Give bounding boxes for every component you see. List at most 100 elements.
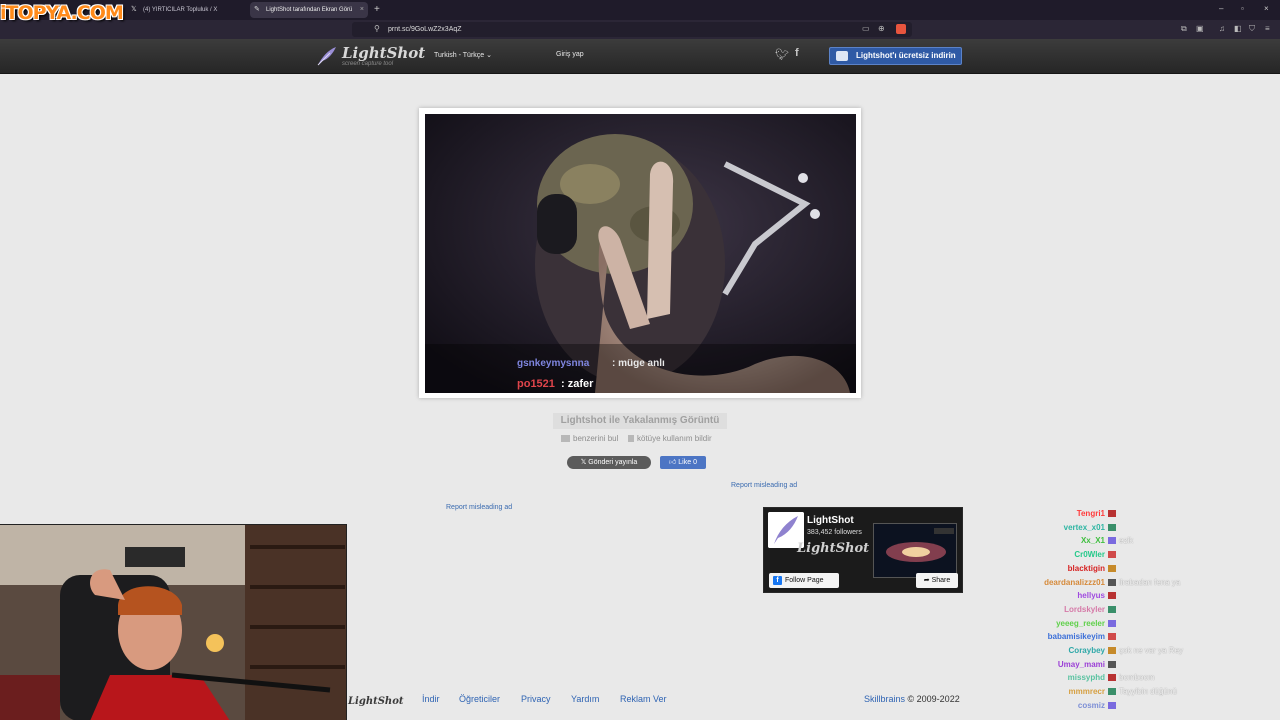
chat-message: hellyus: [1020, 590, 1116, 602]
chat-badge-icon: [1108, 523, 1116, 531]
image-caption: Lightshot ile Yakalanmış Görüntü: [553, 413, 727, 429]
download-label: Lightshot'ı ücretsiz indirin: [856, 51, 956, 60]
report-abuse-link[interactable]: kötüye kullanım bildir: [628, 434, 712, 444]
close-window-button[interactable]: ×: [1264, 3, 1269, 15]
minimize-button[interactable]: –: [1219, 3, 1223, 15]
chat-username: Umay_mami: [1057, 659, 1105, 669]
wallet-icon[interactable]: ▣: [1196, 23, 1204, 35]
chat-message: missyphd bomboom: [1020, 672, 1155, 684]
like-label: Like 0: [678, 459, 697, 466]
chevron-down-icon: ⌄: [486, 52, 493, 59]
report-ad-link-2[interactable]: Report misleading ad: [446, 504, 512, 511]
find-similar-link[interactable]: benzerini bul: [561, 434, 618, 444]
chat-badge-icon: [1108, 633, 1116, 641]
download-button[interactable]: Lightshot'ı ücretsiz indirin: [829, 47, 962, 65]
new-tab-button[interactable]: +: [374, 3, 380, 17]
fb-share-label: Share: [931, 577, 951, 584]
chat-message: vertex_x01: [1020, 522, 1116, 534]
chat-username: vertex_x01: [1063, 522, 1105, 532]
feather-logo-icon: [317, 47, 336, 66]
login-link[interactable]: Giriş yap: [556, 51, 584, 58]
site-info-icon[interactable]: ⚲: [374, 23, 380, 35]
chat-badge-icon: [1108, 537, 1116, 545]
chat-username: Tengri1: [1076, 509, 1105, 518]
logo-text[interactable]: LightShot: [342, 44, 425, 62]
chat-badge-icon: [1108, 551, 1116, 559]
trash-icon: [628, 435, 634, 442]
tab-title: (4) YIRTICILAR Topluluk / X: [143, 7, 218, 13]
chat-username: missyphd: [1067, 673, 1105, 683]
chat-message: cosmiz: [1020, 700, 1116, 712]
facebook-icon: f: [773, 576, 782, 585]
chat-username: mmmrecr: [1068, 687, 1105, 697]
facebook-icon[interactable]: f: [795, 47, 799, 59]
zoom-icon[interactable]: ⊕: [878, 23, 885, 35]
chat-username: Xx_X1: [1080, 536, 1105, 546]
subtitle-text-1: : müge anlı: [612, 358, 665, 369]
menu-icon[interactable]: ≡: [1265, 23, 1270, 35]
chat-text: lirabadan fena ya: [1119, 577, 1181, 587]
restore-button[interactable]: ▫: [1241, 3, 1244, 15]
fb-follow-label: Follow Page: [785, 577, 824, 584]
chat-message: Umay_mami: [1020, 659, 1116, 671]
camera-icon: [561, 435, 570, 442]
site-header: [0, 39, 1280, 74]
url-text[interactable]: prnt.sc/9GoLwZ2x3AqZ: [388, 24, 462, 35]
report-abuse-label: kötüye kullanım bildir: [637, 434, 712, 443]
music-icon[interactable]: ♫: [1219, 23, 1225, 35]
chat-badge-icon: [1108, 660, 1116, 668]
sidebar-icon[interactable]: ◧: [1234, 23, 1242, 35]
fb-share-button[interactable]: ➦ Share: [916, 573, 958, 588]
browser-tab-lightshot[interactable]: ✎ LightShot tarafından Ekran Görü ×: [250, 2, 368, 18]
chat-message: yeeeg_reeler: [1020, 618, 1116, 630]
report-ad-link[interactable]: Report misleading ad: [731, 482, 797, 489]
x-logo-icon: 𝕏: [131, 6, 137, 13]
captured-image-art: [425, 114, 856, 393]
chat-message: deardanalizzz01 lirabadan fena ya: [1020, 577, 1180, 589]
subtitle-user-2: po1521: [517, 378, 555, 390]
browser-tab-x[interactable]: 𝕏 (4) YIRTICILAR Topluluk / X: [127, 2, 245, 18]
chat-username: blacktigin: [1067, 563, 1105, 573]
chat-text: Tayyibin düğünü: [1119, 687, 1177, 697]
chat-username: yeeeg_reeler: [1056, 618, 1105, 628]
footer-link-help[interactable]: Yardım: [571, 694, 599, 704]
chat-badge-icon: [1108, 688, 1116, 696]
tweet-button[interactable]: 𝕏 Gönderi yayınla: [567, 456, 651, 469]
tweet-label: Gönderi yayınla: [588, 459, 638, 466]
extensions-icon[interactable]: ⧉: [1181, 23, 1187, 35]
chat-badge-icon: [1108, 619, 1116, 627]
footer-link-privacy[interactable]: Privacy: [521, 694, 551, 704]
chat-badge-icon: [1108, 564, 1116, 572]
chat-text: bomboom: [1119, 673, 1155, 683]
subtitle-text-2: : zafer: [561, 378, 594, 390]
footer-link-tutorials[interactable]: Öğreticiler: [459, 694, 500, 704]
footer-link-download[interactable]: İndir: [422, 694, 440, 704]
chat-text: ezik: [1119, 536, 1134, 546]
galaxy-image: [874, 524, 956, 577]
brave-shield-icon[interactable]: [896, 24, 906, 34]
fb-follow-button[interactable]: f Follow Page: [769, 573, 839, 588]
footer-link-advertise[interactable]: Reklam Ver: [620, 694, 667, 704]
chat-badge-icon: [1108, 701, 1116, 709]
chat-message: Tengri1: [1020, 508, 1116, 520]
subtitle-user-1: gsnkeymysnna: [517, 358, 590, 369]
fb-page-name[interactable]: LightShot: [807, 515, 854, 526]
fb-cover-image: [873, 523, 957, 578]
chat-text: çok ne var ya Rey: [1119, 646, 1184, 655]
vpn-shield-icon[interactable]: ⛉: [1249, 23, 1255, 35]
language-select[interactable]: Turkish - Türkçe ⌄: [434, 51, 492, 59]
screen-share-icon[interactable]: ▭: [862, 23, 870, 35]
footer-logo[interactable]: LightShot: [348, 696, 404, 707]
like-button[interactable]: 👍︎ Like 0: [660, 456, 706, 469]
streamer-webcam: [0, 524, 347, 720]
chat-username: Cr0Wler: [1074, 550, 1105, 560]
chat-username: Lordskyler: [1064, 604, 1105, 614]
skillbrains-link[interactable]: Skillbrains: [864, 694, 905, 704]
chat-badge-icon: [1108, 592, 1116, 600]
tab-close-icon[interactable]: ×: [360, 2, 364, 18]
fb-cover-logo: LightShot: [797, 541, 870, 556]
chat-badge-icon: [1108, 674, 1116, 682]
captured-image[interactable]: gsnkeymysnna : müge anlı po1521 : zafer: [425, 114, 856, 393]
copyright: Skillbrains © 2009-2022: [864, 694, 960, 704]
twitter-icon[interactable]: 🐦︎: [775, 48, 789, 61]
